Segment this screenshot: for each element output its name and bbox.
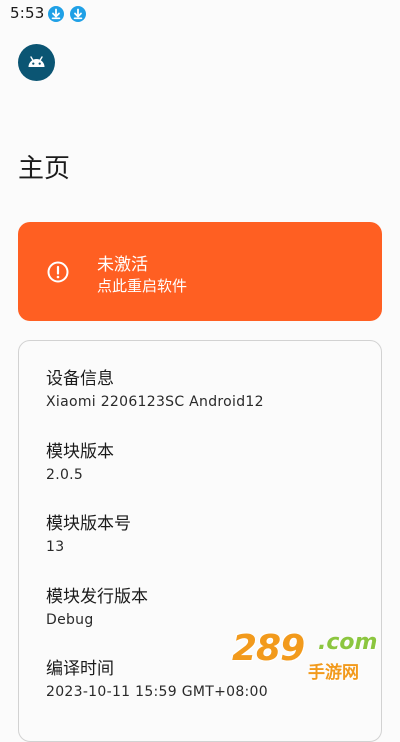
info-value: Xiaomi 2206123SC Android12 (46, 394, 264, 410)
app-avatar[interactable] (18, 44, 55, 81)
info-value: 13 (46, 539, 65, 555)
activation-status-subtitle: 点此重启软件 (97, 277, 188, 295)
download-icon (48, 6, 64, 22)
module-version-code-row: 模块版本号 13 (46, 513, 131, 556)
download-icon (70, 6, 86, 22)
info-label: 模块版本号 (46, 514, 131, 534)
info-value: 2.0.5 (46, 467, 84, 483)
watermark-logo: 289 .com 手游网 (232, 628, 382, 690)
android-robot-icon (28, 56, 45, 67)
activation-status-title: 未激活 (97, 255, 148, 275)
status-bar: 5:53 (0, 0, 400, 30)
info-label: 模块发行版本 (46, 587, 148, 607)
info-label: 设备信息 (46, 369, 114, 389)
watermark-domain: .com (318, 630, 378, 655)
watermark-brand: 手游网 (308, 663, 359, 683)
activation-status-card[interactable]: 未激活 点此重启软件 (18, 222, 382, 321)
alert-circle-icon (47, 261, 69, 283)
device-info-row: 设备信息 Xiaomi 2206123SC Android12 (46, 368, 264, 411)
status-time: 5:53 (10, 4, 45, 22)
page-title: 主页 (18, 154, 71, 184)
info-value: Debug (46, 612, 94, 628)
info-label: 模块版本 (46, 442, 114, 462)
watermark-number: 289 (232, 628, 305, 669)
module-release-row: 模块发行版本 Debug (46, 586, 148, 629)
module-version-row: 模块版本 2.0.5 (46, 441, 114, 484)
